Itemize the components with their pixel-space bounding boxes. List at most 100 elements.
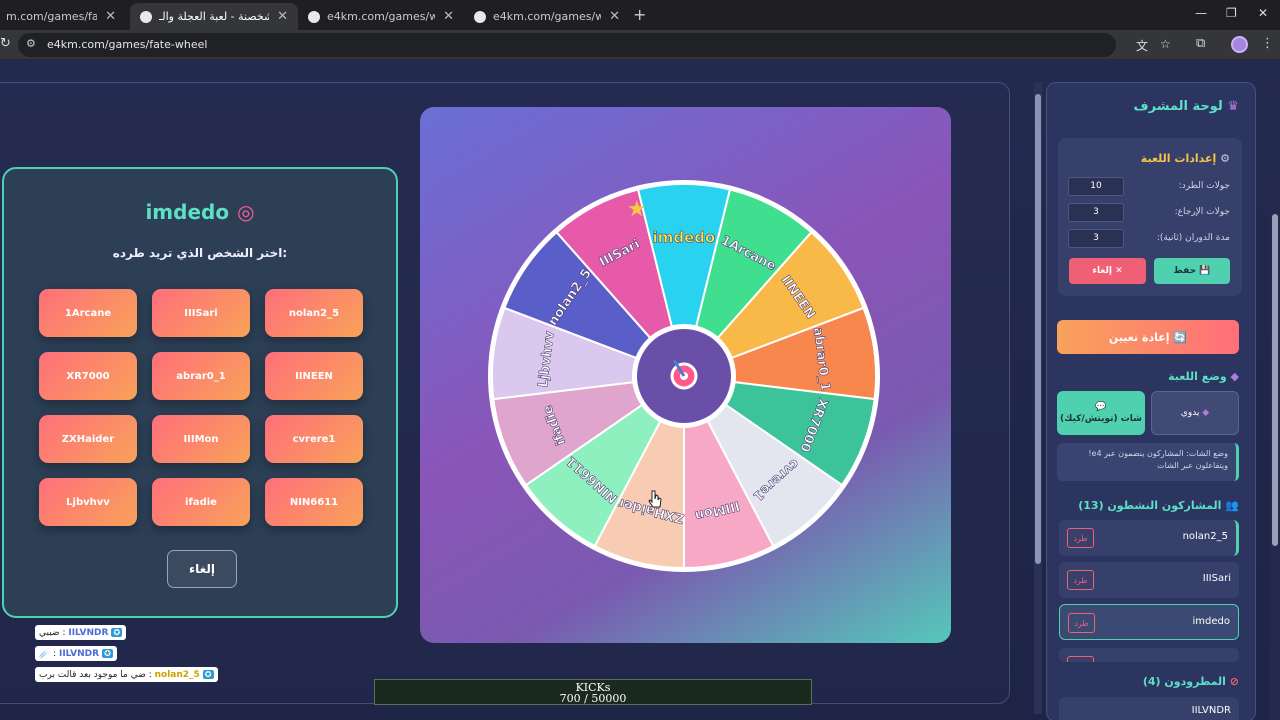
kicked-participant-card: IILVNDR bbox=[1059, 697, 1239, 720]
star-icon: ★ bbox=[627, 197, 647, 222]
kick-player-button[interactable]: ZXHaider bbox=[39, 415, 137, 463]
kick-player-button[interactable]: 1Arcane bbox=[39, 289, 137, 337]
kick-selection-panel: imdedo ◎ اختر الشخص الذي تريد طرده: 1Arca… bbox=[2, 167, 398, 618]
kick-player-button[interactable]: cvrere1 bbox=[265, 415, 363, 463]
badge-icon: ✪ bbox=[111, 628, 123, 637]
browser-tab[interactable]: m.com/games/fastest-finge ✕ bbox=[0, 3, 126, 30]
site-favicon bbox=[308, 10, 320, 23]
tab-title: e4km.com/games/wheel-of-fat bbox=[493, 10, 602, 23]
address-bar-row: ↻ ⚙ e4km.com/games/fate-wheel 文 ☆ ⧉ ⋮ bbox=[0, 30, 1280, 60]
kicks-value: 700 / 50000 bbox=[559, 692, 627, 705]
reload-icon[interactable]: ↻ bbox=[0, 36, 11, 51]
kick-player-button[interactable]: NIN6611 bbox=[265, 478, 363, 526]
banned-icon: ⊘ bbox=[1229, 675, 1239, 688]
translate-icon[interactable]: 文 bbox=[1136, 37, 1148, 54]
tab-title: دوامة الشخصنة - لعبة العجلة والـ bbox=[159, 10, 269, 23]
settings-title: ⚙ إعدادات اللعبة bbox=[1141, 152, 1230, 165]
browser-tab-active[interactable]: دوامة الشخصنة - لعبة العجلة والـ ✕ bbox=[130, 3, 298, 30]
restore-icon[interactable]: ❐ bbox=[1226, 6, 1237, 20]
return-rounds-label: جولات الإرجاع: bbox=[1174, 207, 1230, 217]
reset-label: إعادة تعيين bbox=[1108, 330, 1170, 344]
chat-mode-label: شات (تويتش/كيك) bbox=[1060, 414, 1143, 424]
gear-icon: ⚙ bbox=[1220, 152, 1230, 165]
participant-card-current: imdedo طرد bbox=[1059, 604, 1239, 640]
admin-panel-title: ♛ لوحة المشرف bbox=[1134, 99, 1239, 114]
crown-icon: ♛ bbox=[1227, 99, 1239, 114]
kick-player-button[interactable]: IINEEN bbox=[265, 352, 363, 400]
url-text[interactable]: e4km.com/games/fate-wheel bbox=[47, 38, 207, 51]
browser-tab-bar: m.com/games/fastest-finge ✕ دوامة الشخصن… bbox=[0, 0, 1280, 30]
participant-card bbox=[1059, 648, 1239, 662]
new-tab-icon[interactable]: + bbox=[633, 5, 646, 24]
fate-wheel[interactable]: imdedo 1ArcaneIINEENabrar0_1XR7000cvrere1… bbox=[420, 107, 951, 643]
kick-player-button[interactable]: abrar0_1 bbox=[152, 352, 250, 400]
admin-title-text: لوحة المشرف bbox=[1133, 99, 1223, 114]
bookmark-star-icon[interactable]: ☆ bbox=[1160, 37, 1171, 51]
settings-title-text: إعدادات اللعبة bbox=[1140, 152, 1217, 165]
close-tab-icon[interactable]: ✕ bbox=[105, 9, 116, 24]
admin-panel: ♛ لوحة المشرف ⚙ إعدادات اللعبة جولات الط… bbox=[1046, 82, 1256, 720]
chat-username: IILVNDR bbox=[58, 648, 100, 659]
active-participants-title: 👥 المشاركون النشطون (13) bbox=[1078, 499, 1239, 512]
minimize-icon[interactable]: — bbox=[1195, 6, 1207, 20]
site-info-icon[interactable]: ⚙ bbox=[26, 37, 36, 50]
chat-username: IILVNDR bbox=[68, 627, 109, 638]
profile-avatar[interactable] bbox=[1231, 36, 1248, 53]
save-settings-button[interactable]: 💾 حفظ bbox=[1154, 258, 1230, 284]
gamepad-icon: ◆ bbox=[1230, 370, 1239, 383]
cancel-settings-button[interactable]: ✕ إلغاء bbox=[1069, 258, 1146, 284]
game-mode-title-text: وضع اللعبة bbox=[1168, 370, 1227, 383]
participant-name: IIISari bbox=[1202, 573, 1231, 584]
save-icon: 💾 bbox=[1199, 266, 1211, 276]
kick-player-button[interactable]: nolan2_5 bbox=[265, 289, 363, 337]
page-scrollbar[interactable] bbox=[1270, 60, 1280, 720]
kick-rounds-input[interactable]: 10 bbox=[1068, 177, 1124, 196]
kick-player-button[interactable]: XR7000 bbox=[39, 352, 137, 400]
kick-player-button[interactable]: IIISari bbox=[152, 289, 250, 337]
close-tab-icon[interactable]: ✕ bbox=[277, 9, 288, 24]
chat-mode-button[interactable]: 💬 شات (تويتش/كيك) bbox=[1057, 391, 1145, 435]
browser-tab[interactable]: e4km.com/games/wheel-of-fat ✕ bbox=[464, 3, 630, 30]
close-window-icon[interactable]: ✕ bbox=[1258, 6, 1268, 20]
participant-card: nolan2_5 طرد bbox=[1059, 520, 1239, 556]
omnibox[interactable]: ⚙ e4km.com/games/fate-wheel 文 ☆ bbox=[18, 33, 1171, 57]
chat-message: ✪ IILVNDR : ضيبي bbox=[35, 625, 127, 640]
mode-description: وضع الشات: المشاركون ينضمون عبر e4! ويتف… bbox=[1057, 443, 1239, 481]
kick-participant-button[interactable] bbox=[1067, 656, 1094, 662]
reset-button[interactable]: 🔄 إعادة تعيين bbox=[1057, 320, 1239, 354]
kick-participant-button[interactable]: طرد bbox=[1068, 613, 1095, 633]
kick-participant-button[interactable]: طرد bbox=[1067, 528, 1094, 548]
chat-message: ✪ nolan2_5 : ضي ما موجود بعد قالت برب bbox=[35, 667, 218, 682]
participant-name: imdedo bbox=[1192, 616, 1231, 627]
close-tab-icon[interactable]: ✕ bbox=[443, 9, 454, 24]
kicked-title-text: المطرودون (4) bbox=[1142, 675, 1226, 688]
selected-player-title: imdedo ◎ bbox=[4, 200, 396, 224]
browser-tab[interactable]: e4km.com/games/word-challer ✕ bbox=[298, 3, 464, 30]
spin-duration-input[interactable]: 3 bbox=[1068, 229, 1124, 248]
save-label: حفظ bbox=[1173, 266, 1197, 276]
chat-text: ضي ما موجود بعد قالت برب bbox=[39, 669, 146, 680]
wheel-card: imdedo 1Arcane IINEEN abrar0_1 XR7000 cvrere1… bbox=[420, 107, 951, 643]
kick-player-button[interactable]: IIIMon bbox=[152, 415, 250, 463]
page: imdedo ◎ اختر الشخص الذي تريد طرده: 1Arca… bbox=[0, 60, 1280, 720]
scrollbar-thumb[interactable] bbox=[1035, 94, 1041, 564]
scrollbar-thumb[interactable] bbox=[1272, 214, 1278, 546]
kicks-counter: KICKs 700 / 50000 bbox=[374, 679, 812, 705]
close-tab-icon[interactable]: ✕ bbox=[609, 9, 620, 24]
tab-title: e4km.com/games/word-challer bbox=[327, 10, 436, 23]
chat-username: nolan2_5 bbox=[154, 669, 200, 680]
kick-participant-button[interactable]: طرد bbox=[1067, 570, 1094, 590]
game-scrollbar[interactable] bbox=[1034, 82, 1042, 714]
cancel-kick-button[interactable]: إلغاء bbox=[167, 550, 237, 588]
dart-target-icon: ◎ bbox=[237, 200, 255, 224]
kick-player-button[interactable]: Ljbvhvv bbox=[39, 478, 137, 526]
extensions-icon[interactable]: ⧉ bbox=[1196, 36, 1205, 51]
chat-message: ✪ IILVNDR : ☄️ bbox=[35, 646, 117, 661]
kicked-participant-name: IILVNDR bbox=[1191, 705, 1231, 716]
cancel-label: إلغاء bbox=[1092, 266, 1112, 276]
manual-mode-button[interactable]: ◆ يدوي bbox=[1151, 391, 1239, 435]
kick-player-button[interactable]: ifadie bbox=[152, 478, 250, 526]
return-rounds-input[interactable]: 3 bbox=[1068, 203, 1124, 222]
participant-card: IIISari طرد bbox=[1059, 562, 1239, 598]
menu-icon[interactable]: ⋮ bbox=[1261, 36, 1274, 51]
